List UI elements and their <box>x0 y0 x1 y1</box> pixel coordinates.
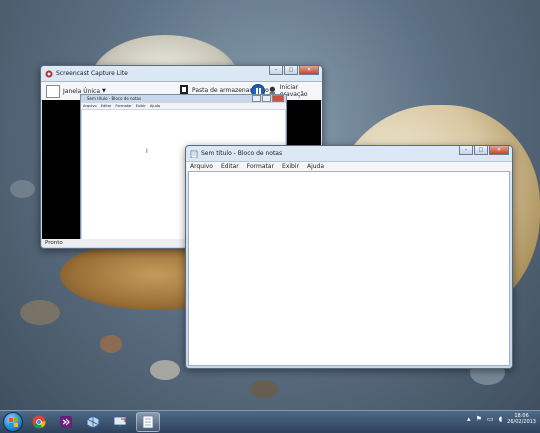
minimize-button[interactable]: – <box>459 146 473 155</box>
close-button[interactable]: ✕ <box>299 66 319 75</box>
window-title: Sem título - Bloco de notas <box>201 150 283 157</box>
taskbar: ▴ ⚑ ▭ ◖ 18:06 26/02/2013 <box>0 410 540 433</box>
taskbar-app-notepad[interactable] <box>136 412 160 432</box>
captured-menu-item: Ajuda <box>149 104 161 108</box>
notepad-app-icon <box>190 150 198 158</box>
taskbar-app-visual-studio[interactable] <box>55 413 77 431</box>
show-hidden-icons-icon[interactable]: ▴ <box>467 415 471 423</box>
selection-preview[interactable] <box>46 84 60 98</box>
notepad-text-area[interactable] <box>188 171 510 366</box>
network-icon[interactable]: ▭ <box>487 415 494 423</box>
menu-ajuda[interactable]: Ajuda <box>307 162 324 171</box>
close-button[interactable]: ✕ <box>489 146 509 155</box>
minimize-button[interactable]: – <box>269 66 283 75</box>
taskbar-app-virtualbox[interactable] <box>82 413 104 431</box>
captured-menubar: Arquivo Editar Formatar Exibir Ajuda <box>81 103 286 109</box>
desktop-pebble <box>10 180 35 198</box>
virtualbox-icon <box>86 415 100 429</box>
notepad-titlebar[interactable]: Sem título - Bloco de notas – □ ✕ <box>186 146 512 161</box>
notepad-icon <box>142 415 154 429</box>
maximize-button[interactable]: □ <box>474 146 488 155</box>
desktop-pebble <box>100 335 122 353</box>
volume-icon[interactable]: ◖ <box>498 415 502 423</box>
screencast-titlebar[interactable]: Screencast Capture Lite – □ ✕ <box>41 66 322 81</box>
captured-menu-item: Formatar <box>115 104 132 108</box>
start-button[interactable] <box>3 412 23 432</box>
menu-exibir[interactable]: Exibir <box>282 162 299 171</box>
menu-formatar[interactable]: Formatar <box>247 162 274 171</box>
system-tray: ▴ ⚑ ▭ ◖ 18:06 26/02/2013 <box>467 413 536 425</box>
desktop-pebble <box>20 300 60 325</box>
captured-menu-item: Editar <box>100 104 112 108</box>
chrome-icon <box>32 415 46 429</box>
remote-desktop-icon <box>113 416 127 428</box>
window-controls: – □ ✕ <box>269 66 319 75</box>
taskbar-app-remote-desktop[interactable] <box>109 413 131 431</box>
captured-menu-item: Exibir <box>135 104 146 108</box>
captured-menu-item: Arquivo <box>83 104 97 108</box>
desktop-pebble <box>150 360 180 380</box>
screencast-app-icon <box>45 70 53 77</box>
menu-arquivo[interactable]: Arquivo <box>190 162 213 171</box>
captured-window-controls <box>252 95 284 102</box>
text-cursor-icon: I <box>146 148 148 155</box>
desktop-pebble <box>250 380 278 398</box>
notepad-window[interactable]: Sem título - Bloco de notas – □ ✕ Arquiv… <box>185 145 513 369</box>
notepad-menubar: Arquivo Editar Formatar Exibir Ajuda <box>186 161 512 171</box>
action-center-icon[interactable]: ⚑ <box>476 415 482 423</box>
windows-logo-icon <box>8 417 18 427</box>
visual-studio-icon <box>60 416 72 428</box>
menu-editar[interactable]: Editar <box>221 162 239 171</box>
taskbar-app-chrome[interactable] <box>28 413 50 431</box>
window-title: Screencast Capture Lite <box>56 70 128 77</box>
maximize-button[interactable]: □ <box>284 66 298 75</box>
clock-date: 26/02/2013 <box>507 419 536 425</box>
clock[interactable]: 18:06 26/02/2013 <box>507 413 536 425</box>
window-controls: – □ ✕ <box>459 146 509 155</box>
